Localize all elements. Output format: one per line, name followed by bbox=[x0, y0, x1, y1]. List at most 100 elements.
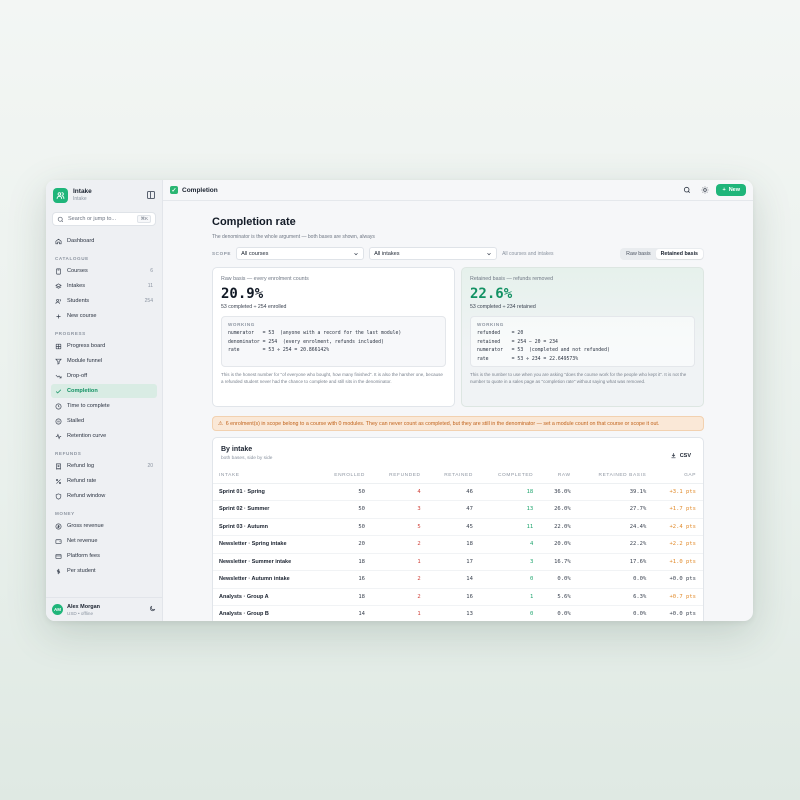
table-cell: 4 bbox=[371, 483, 428, 501]
home-icon bbox=[55, 238, 62, 245]
user-profile[interactable]: AM Alex Morgan USD • offline bbox=[46, 597, 162, 621]
table-cell: 2 bbox=[371, 588, 428, 606]
table-cell: 13 bbox=[479, 500, 541, 519]
user-name: Alex Morgan bbox=[67, 603, 101, 610]
sidebar-item-courses[interactable]: Courses 6 bbox=[51, 264, 157, 278]
sidebar-item-refund-log[interactable]: Refund log 20 bbox=[51, 459, 157, 473]
column-header[interactable]: ENROLLED bbox=[317, 469, 372, 484]
table-cell: Newsletter · Autumn intake bbox=[213, 570, 318, 589]
sidebar-item-module-funnel[interactable]: Module funnel bbox=[51, 354, 157, 368]
intake-select[interactable]: All intakes bbox=[369, 247, 498, 260]
working-line: denominator = 254 (every enrolment, refu… bbox=[228, 339, 384, 345]
column-header[interactable]: REFUNDED bbox=[371, 469, 428, 484]
sidebar-item-label: Completion bbox=[67, 388, 98, 394]
sidebar-item-gross-revenue[interactable]: Gross revenue bbox=[51, 519, 157, 533]
layers-icon bbox=[55, 283, 62, 290]
table-row[interactable]: Sprint 01 · Spring 50 4 46 18 36.0% 39.1% +3.1 … bbox=[213, 483, 703, 501]
sidebar-item-stalled[interactable]: Stalled bbox=[51, 414, 157, 428]
sidebar-item-students[interactable]: Students 254 bbox=[51, 294, 157, 308]
sidebar-item-intakes[interactable]: Intakes 11 bbox=[51, 279, 157, 293]
sidebar-item-refund-window[interactable]: Refund window bbox=[51, 489, 157, 503]
search-icon[interactable] bbox=[680, 183, 694, 197]
table-cell: 18 bbox=[479, 483, 541, 501]
table-row[interactable]: Sprint 02 · Summer 50 3 47 13 26.0% 27.7% +1.7 … bbox=[213, 500, 703, 519]
clock-icon bbox=[55, 403, 62, 410]
table-cell: 20 bbox=[317, 535, 372, 554]
table-cell: 0.0% bbox=[577, 570, 654, 589]
sidebar-item-new-course[interactable]: New course bbox=[51, 309, 157, 323]
search-shortcut: ⌘K bbox=[137, 215, 151, 223]
search-input[interactable]: Search or jump to... ⌘K bbox=[52, 212, 156, 226]
sidebar-item-retention-curve[interactable]: Retention curve bbox=[51, 429, 157, 443]
table-body: Sprint 01 · Spring 50 4 46 18 36.0% 39.1% +3.1 … bbox=[213, 483, 703, 621]
toggle-raw-basis[interactable]: Raw basis bbox=[621, 249, 655, 259]
column-header[interactable]: GAP bbox=[653, 469, 703, 484]
sidebar-item-time-to-complete[interactable]: Time to complete bbox=[51, 399, 157, 413]
table-cell: 22.2% bbox=[577, 535, 654, 554]
table-row[interactable]: Newsletter · Summer intake 18 1 17 3 16.7% 17.… bbox=[213, 553, 703, 571]
funnel-icon bbox=[55, 358, 62, 365]
card-footnote: This is the number to use when you are a… bbox=[470, 372, 687, 384]
working-panel: WORKING refunded = 20 retained = 254 − 2… bbox=[470, 316, 695, 367]
table-cell: +2.2 pts bbox=[653, 535, 703, 554]
sidebar-item-refund-rate[interactable]: Refund rate bbox=[51, 474, 157, 488]
sidebar-item-dashboard[interactable]: Dashboard bbox=[51, 234, 157, 248]
nav-heading-money: MONEY bbox=[55, 511, 75, 516]
page-title: Completion rate bbox=[212, 216, 296, 228]
sidebar-item-label: Gross revenue bbox=[67, 523, 104, 529]
course-select[interactable]: All courses bbox=[236, 247, 365, 260]
shield-icon bbox=[55, 493, 62, 500]
table-cell: 4 bbox=[479, 535, 541, 554]
book-icon bbox=[55, 268, 62, 275]
raw-rate-sub: 53 completed ÷ 254 enrolled bbox=[221, 304, 287, 310]
sidebar-item-platform-fees[interactable]: Platform fees bbox=[51, 549, 157, 563]
sidebar-item-label: Time to complete bbox=[67, 403, 110, 409]
sun-icon[interactable] bbox=[698, 183, 712, 197]
table-title: By intake bbox=[221, 446, 253, 453]
sidebar-toggle-icon[interactable] bbox=[147, 191, 155, 199]
table-cell: Sprint 03 · Autumn bbox=[213, 518, 318, 536]
table-row[interactable]: Newsletter · Autumn intake 16 2 14 0 0.0% 0.0%… bbox=[213, 570, 703, 589]
table-cell: 11 bbox=[479, 518, 541, 536]
table-row[interactable]: Newsletter · Spring intake 20 2 18 4 20.0% 22.… bbox=[213, 535, 703, 554]
sidebar-item-net-revenue[interactable]: Net revenue bbox=[51, 534, 157, 548]
sidebar-item-count: 6 bbox=[150, 268, 153, 274]
csv-label: CSV bbox=[679, 452, 691, 459]
table-row[interactable]: Sprint 03 · Autumn 50 5 45 11 22.0% 24.4% +2.4 … bbox=[213, 518, 703, 536]
table-cell: 1 bbox=[371, 553, 428, 571]
column-header[interactable]: INTAKE bbox=[213, 469, 318, 484]
table-cell: 50 bbox=[317, 483, 372, 501]
table-cell: 1 bbox=[479, 588, 541, 606]
table-row[interactable]: Analysts · Group A 18 2 16 1 5.6% 6.3% +0.7 pts bbox=[213, 588, 703, 606]
table-cell: 14 bbox=[427, 570, 480, 589]
column-header[interactable]: RETAINED bbox=[427, 469, 480, 484]
sidebar-item-drop-off[interactable]: Drop-off bbox=[51, 369, 157, 383]
csv-download-button[interactable]: CSV bbox=[670, 450, 691, 461]
sidebar-item-completion[interactable]: Completion bbox=[51, 384, 157, 398]
table-cell: 17 bbox=[427, 553, 480, 571]
moon-icon[interactable] bbox=[149, 605, 156, 614]
sidebar-item-label: Courses bbox=[67, 268, 88, 274]
column-header[interactable]: RAW bbox=[540, 469, 578, 484]
topbar: ✓ Completion + New bbox=[163, 180, 753, 201]
column-header[interactable]: RETAINED BASIS bbox=[577, 469, 654, 484]
search-placeholder: Search or jump to... bbox=[68, 216, 116, 222]
table-cell: 5 bbox=[371, 518, 428, 536]
table-row[interactable]: Analysts · Group B 14 1 13 0 0.0% 0.0% +0.0 pts bbox=[213, 605, 703, 621]
table-cell: 39.1% bbox=[577, 483, 654, 501]
column-header[interactable]: COMPLETED bbox=[479, 469, 541, 484]
sidebar-item-per-student[interactable]: Per student bbox=[51, 564, 157, 578]
dollar-icon bbox=[55, 568, 62, 575]
table-cell: 1 bbox=[371, 605, 428, 621]
table-cell: Sprint 02 · Summer bbox=[213, 500, 318, 519]
retained-rate: 22.6% bbox=[470, 286, 513, 302]
trend-down-icon bbox=[55, 373, 62, 380]
sidebar-item-progress-board[interactable]: Progress board bbox=[51, 339, 157, 353]
new-button[interactable]: + New bbox=[716, 184, 746, 196]
basis-cards: Raw basis — every enrolment counts 20.9%… bbox=[212, 267, 704, 407]
table-cell: 5.6% bbox=[540, 588, 578, 606]
table-cell: +0.0 pts bbox=[653, 570, 703, 589]
raw-rate: 20.9% bbox=[221, 286, 264, 302]
toggle-retained-basis[interactable]: Retained basis bbox=[655, 248, 703, 259]
main-area: ✓ Completion + New Completion rate The d… bbox=[163, 180, 753, 621]
